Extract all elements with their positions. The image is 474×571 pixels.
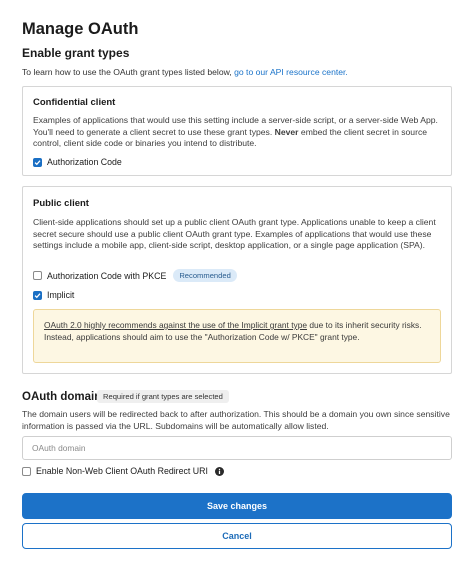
authorization-code-option[interactable]: Authorization Code [33,157,122,167]
authorization-code-label: Authorization Code [47,157,122,167]
oauth-domain-heading: OAuth domain [22,391,102,403]
authorization-code-checkbox[interactable] [33,157,42,167]
implicit-label: Implicit [47,290,75,300]
grant-types-intro: To learn how to use the OAuth grant type… [22,67,348,77]
cancel-button[interactable]: Cancel [22,523,452,549]
checkmark-icon [34,159,41,165]
intro-text: To learn how to use the OAuth grant type… [22,67,232,77]
oauth-domain-description: The domain users will be redirected back… [22,409,450,431]
implicit-warning-text1: due to its inherit security risks. [309,320,422,330]
oauth-domain-input[interactable] [22,436,452,460]
public-client-card: Public client Client-side applications s… [22,186,452,374]
non-web-redirect-label: Enable Non-Web Client OAuth Redirect URI [36,466,208,476]
pkce-checkbox[interactable] [33,271,42,280]
recommended-badge: Recommended [173,269,237,282]
non-web-redirect-checkbox[interactable] [22,466,31,476]
implicit-option[interactable]: Implicit [33,290,74,300]
public-client-description: Client-side applications should set up a… [33,217,436,251]
checkmark-icon [34,292,41,298]
confidential-client-card: Confidential client Examples of applicat… [22,86,452,176]
required-badge: Required if grant types are selected [97,390,229,403]
confidential-client-title: Confidential client [33,97,116,108]
implicit-checkbox[interactable] [33,290,42,300]
non-web-redirect-option[interactable]: Enable Non-Web Client OAuth Redirect URI [22,466,224,476]
public-client-title: Public client [33,198,89,209]
page-title: Manage OAuth [22,20,139,38]
info-icon[interactable] [214,466,224,476]
pkce-label: Authorization Code with PKCE [47,270,167,281]
confidential-desc-bold: Never [274,126,299,137]
api-resource-center-link[interactable]: go to our API resource center. [234,67,348,77]
pkce-option[interactable]: Authorization Code with PKCE Recommended [33,269,237,282]
implicit-warning-text2: Instead, applications should aim to use … [44,331,360,342]
save-changes-button[interactable]: Save changes [22,493,452,519]
grant-types-heading: Enable grant types [22,46,130,60]
implicit-warning-box: OAuth 2.0 highly recommends against the … [33,309,441,363]
confidential-client-description: Examples of applications that would use … [33,115,445,150]
implicit-warning-link[interactable]: OAuth 2.0 highly recommends against the … [44,320,307,330]
implicit-warning-text: OAuth 2.0 highly recommends against the … [44,320,434,343]
